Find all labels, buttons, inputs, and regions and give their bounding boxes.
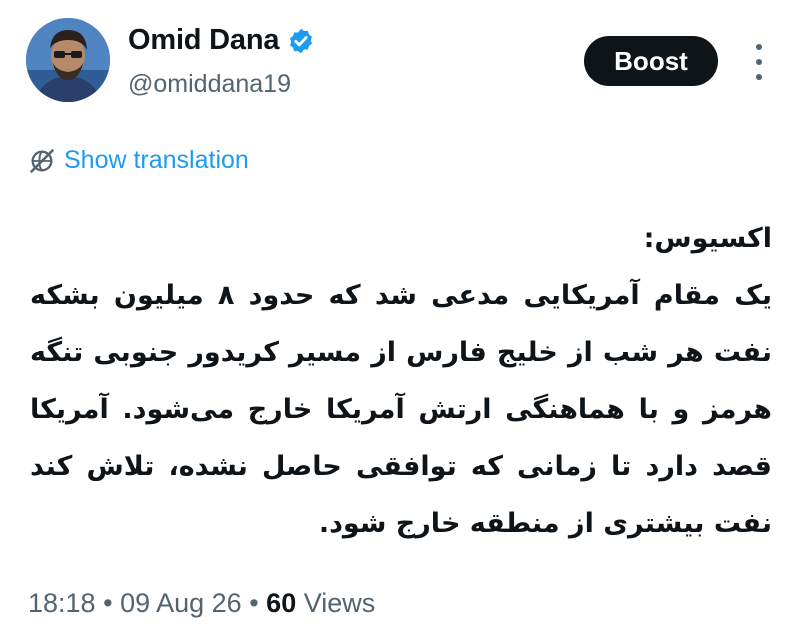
globe-slash-icon [28,147,56,175]
views-count: 60 [266,588,297,618]
author-name-row[interactable]: Omid Dana [128,24,315,57]
tweet-source-line: اکسیوس: [643,223,772,254]
avatar-image [26,18,110,102]
verified-badge-icon [287,27,315,55]
more-dot [756,59,762,65]
tweet-body: یک مقام آمریکایی مدعی شد که حدود ۸ میلیو… [30,280,772,539]
author-display-name[interactable]: Omid Dana [128,24,279,57]
tweet-meta: 18:18 • 09 Aug 26 • 60 Views [28,588,375,619]
more-dot [756,44,762,50]
tweet-date[interactable]: 09 Aug 26 [120,588,242,618]
show-translation-link[interactable]: Show translation [28,146,249,175]
tweet-text: اکسیوس: یک مقام آمریکایی مدعی شد که حدود… [30,210,772,552]
avatar[interactable] [26,18,110,102]
more-options-icon[interactable] [748,44,770,80]
tweet-time[interactable]: 18:18 [28,588,96,618]
boost-button[interactable]: Boost [584,36,718,86]
views-label: Views [303,588,376,618]
more-dot [756,74,762,80]
show-translation-label[interactable]: Show translation [64,146,249,175]
meta-separator: • [249,588,259,618]
author-handle[interactable]: @omiddana19 [128,70,291,99]
meta-separator: • [103,588,113,618]
